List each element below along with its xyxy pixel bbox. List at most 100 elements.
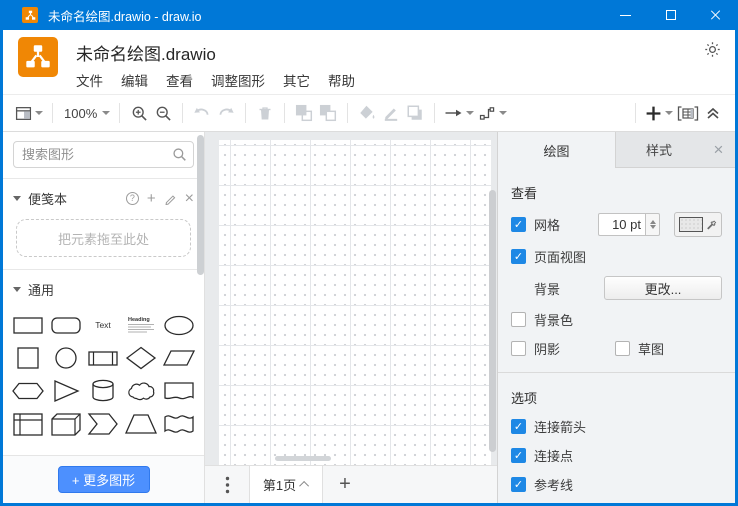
theme-toggle-button[interactable] — [701, 38, 723, 60]
tab-style[interactable]: 样式 — [616, 132, 702, 167]
panel-layout-icon — [15, 105, 32, 122]
redo-button[interactable] — [214, 100, 238, 126]
page-tab-1[interactable]: 第1页 — [249, 466, 323, 503]
search-icon[interactable] — [172, 147, 187, 165]
shape-tape[interactable] — [160, 407, 198, 440]
background-color-checkbox[interactable] — [511, 312, 526, 327]
general-section-header[interactable]: 通用 — [3, 278, 204, 300]
canvas-vertical-scrollbar[interactable] — [489, 190, 496, 452]
insert-table-button[interactable] — [675, 100, 701, 126]
insert-button[interactable] — [643, 100, 675, 126]
guides-label: 参考线 — [534, 475, 573, 494]
undo-button[interactable] — [190, 100, 214, 126]
shape-ellipse[interactable] — [160, 308, 198, 341]
shape-diamond[interactable] — [122, 341, 160, 374]
drawing-page[interactable] — [219, 140, 491, 465]
menu-file[interactable]: 文件 — [76, 70, 103, 90]
edit-pencil-icon[interactable] — [164, 192, 177, 205]
line-color-button[interactable] — [379, 100, 403, 126]
add-page-button[interactable] — [323, 466, 367, 503]
menu-arrange[interactable]: 调整图形 — [211, 70, 265, 90]
eyedropper-icon — [706, 219, 717, 230]
connector-icon — [478, 105, 496, 121]
shadow-button[interactable] — [403, 100, 427, 126]
background-label: 背景 — [534, 279, 560, 298]
shape-triangle[interactable] — [47, 374, 85, 407]
connection-arrows-checkbox[interactable] — [511, 419, 526, 434]
format-panel: 绘图 样式 查看 网格 — [497, 132, 735, 503]
menu-view[interactable]: 查看 — [166, 70, 193, 90]
shape-rectangle[interactable] — [9, 308, 47, 341]
close-format-panel-icon[interactable] — [702, 132, 735, 167]
fill-color-button[interactable] — [355, 100, 379, 126]
to-back-button[interactable] — [316, 100, 340, 126]
shape-hexagon[interactable] — [9, 374, 47, 407]
shape-process[interactable] — [85, 341, 123, 374]
shape-circle[interactable] — [47, 341, 85, 374]
shadow-checkbox[interactable] — [511, 341, 526, 356]
shape-rounded-rectangle[interactable] — [47, 308, 85, 341]
menu-help[interactable]: 帮助 — [328, 70, 355, 90]
change-background-button[interactable]: 更改... — [604, 276, 722, 300]
grid-checkbox[interactable] — [511, 217, 526, 232]
shape-cylinder[interactable] — [85, 374, 123, 407]
canvas-area[interactable]: 第1页 — [205, 132, 497, 503]
page-view-checkbox[interactable] — [511, 249, 526, 264]
shape-square[interactable] — [9, 341, 47, 374]
sidebar-scrollbar[interactable] — [197, 135, 204, 285]
minimize-button[interactable] — [603, 0, 648, 30]
canvas-horizontal-scrollbar[interactable] — [275, 456, 331, 461]
document-title[interactable]: 未命名绘图.drawio — [76, 40, 216, 65]
scratchpad-section-header[interactable]: 便笺本 — [3, 187, 204, 209]
scratchpad-dropzone[interactable]: 把元素拖至此处 — [16, 219, 191, 257]
close-scratchpad-icon[interactable] — [185, 191, 194, 206]
connection-arrow-button[interactable] — [442, 100, 476, 126]
shape-cloud[interactable] — [122, 374, 160, 407]
options-section-title: 选项 — [511, 388, 722, 407]
shape-internal-storage[interactable] — [9, 407, 47, 440]
maximize-button[interactable] — [648, 0, 693, 30]
vertical-dots-icon — [225, 476, 230, 494]
shape-document[interactable] — [160, 374, 198, 407]
guides-checkbox[interactable] — [511, 477, 526, 492]
sketch-checkbox[interactable] — [615, 341, 630, 356]
shape-cube[interactable] — [47, 407, 85, 440]
search-input[interactable] — [13, 141, 194, 168]
drawio-window: 未命名绘图.drawio - draw.io 未命名绘图.drawio 文件 编… — [0, 0, 738, 506]
add-icon[interactable] — [147, 192, 156, 205]
delete-button[interactable] — [253, 100, 277, 126]
table-icon — [677, 105, 699, 122]
shadow-icon — [406, 104, 424, 122]
zoom-out-button[interactable] — [151, 100, 175, 126]
trash-icon — [257, 105, 273, 122]
pages-menu-button[interactable] — [205, 466, 249, 503]
to-back-icon — [319, 104, 337, 122]
shape-text[interactable]: Text — [85, 308, 123, 341]
menu-extras[interactable]: 其它 — [283, 70, 310, 90]
shape-trapezoid[interactable] — [122, 407, 160, 440]
view-panels-button[interactable] — [13, 100, 45, 126]
shape-step[interactable] — [85, 407, 123, 440]
connection-points-label: 连接点 — [534, 446, 573, 465]
general-title: 通用 — [28, 280, 194, 299]
zoom-level-button[interactable]: 100% — [60, 100, 112, 126]
close-button[interactable] — [693, 0, 738, 30]
to-front-button[interactable] — [292, 100, 316, 126]
chevron-down-icon — [13, 287, 21, 292]
menubar: 文件 编辑 查看 调整图形 其它 帮助 — [76, 70, 355, 90]
menu-edit[interactable]: 编辑 — [121, 70, 148, 90]
tab-diagram[interactable]: 绘图 — [498, 132, 616, 168]
svg-text:Heading: Heading — [128, 317, 150, 323]
help-icon[interactable] — [126, 192, 139, 205]
expand-collapse-button[interactable] — [701, 100, 725, 126]
connection-points-checkbox[interactable] — [511, 448, 526, 463]
grid-size-input[interactable] — [598, 213, 646, 236]
zoom-in-button[interactable] — [127, 100, 151, 126]
waypoint-style-button[interactable] — [476, 100, 509, 126]
toolbar: 100% — [3, 94, 735, 132]
shape-parallelogram[interactable] — [160, 341, 198, 374]
grid-size-stepper[interactable] — [646, 213, 660, 236]
grid-color-button[interactable] — [674, 212, 722, 237]
shape-heading[interactable]: Heading — [122, 308, 160, 341]
more-shapes-button[interactable]: + 更多图形 — [58, 466, 150, 493]
